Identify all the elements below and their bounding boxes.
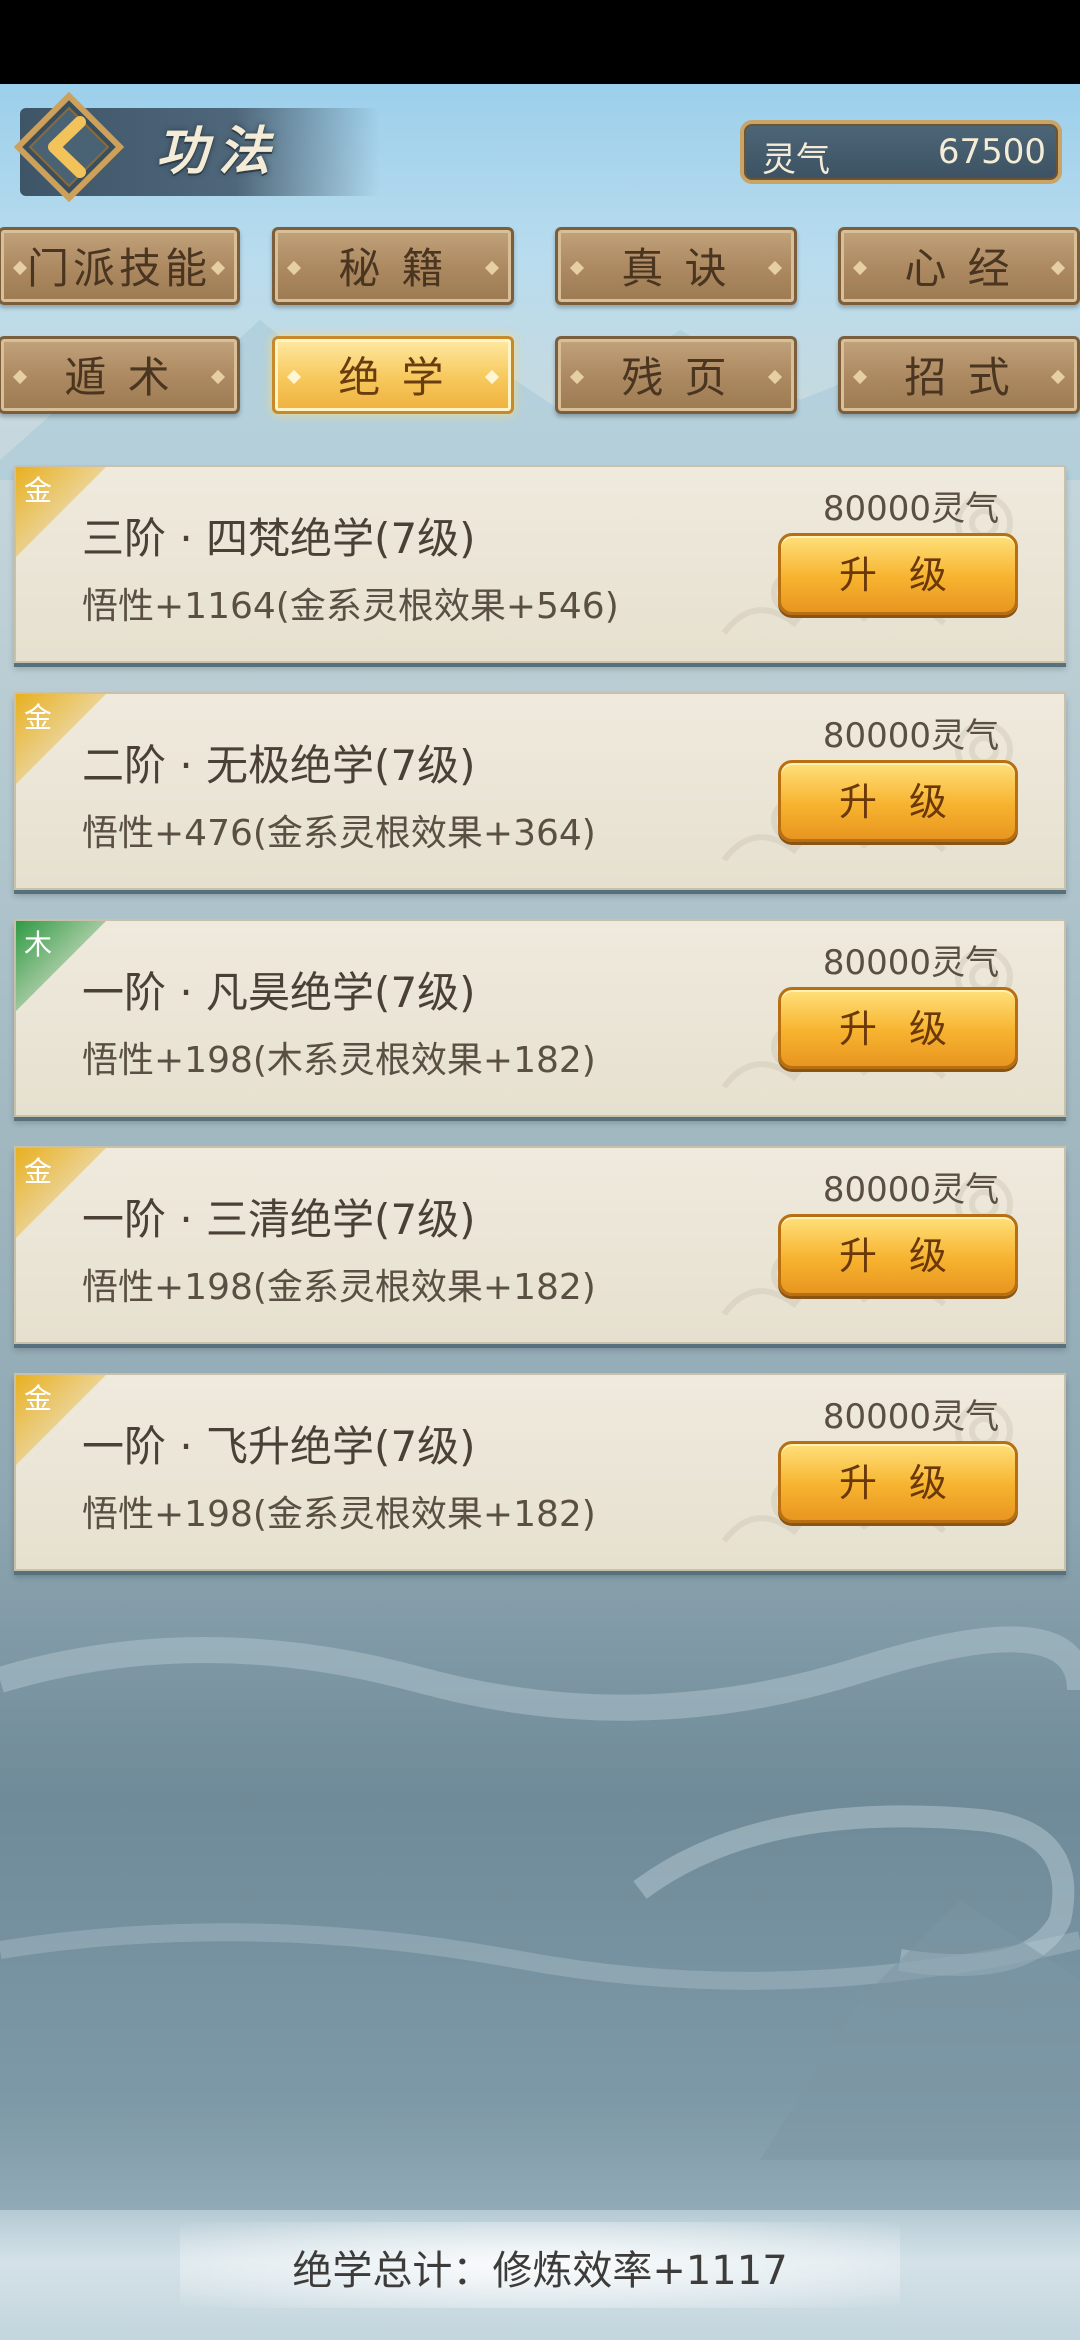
skill-card: 金 三阶 · 四梵绝学(7级) 悟性+1164(金系灵根效果+546) 8000… [14, 465, 1066, 663]
tab-4[interactable]: 遁 术 [0, 336, 240, 414]
diamond-ornament-icon [286, 260, 302, 276]
skill-card: 木 一阶 · 凡昊绝学(7级) 悟性+198(木系灵根效果+182) 80000… [14, 919, 1066, 1117]
diamond-ornament-icon [12, 369, 28, 385]
tab-6[interactable]: 残 页 [555, 336, 797, 414]
diamond-ornament-icon [852, 260, 868, 276]
diamond-ornament-icon [569, 369, 585, 385]
element-label: 金 [24, 701, 53, 734]
upgrade-cost: 80000灵气 [822, 489, 1000, 529]
skill-effect: 悟性+198(木系灵根效果+182) [82, 1040, 596, 1081]
back-button[interactable] [13, 91, 125, 203]
tab-0[interactable]: 门派技能 [0, 227, 240, 305]
element-label: 金 [24, 1382, 53, 1415]
upgrade-cost: 80000灵气 [822, 716, 1000, 756]
tab-5[interactable]: 绝 学 [272, 336, 514, 414]
diamond-ornament-icon [484, 260, 500, 276]
diamond-ornament-icon [852, 369, 868, 385]
diamond-ornament-icon [210, 260, 226, 276]
skill-effect: 悟性+476(金系灵根效果+364) [82, 813, 596, 854]
diamond-ornament-icon [767, 260, 783, 276]
upgrade-button[interactable]: 升 级 [778, 1214, 1018, 1296]
diamond-ornament-icon [1050, 260, 1066, 276]
spirit-label: 灵气 [762, 140, 830, 180]
skill-card: 金 二阶 · 无极绝学(7级) 悟性+476(金系灵根效果+364) 80000… [14, 692, 1066, 890]
chevron-left-icon [13, 91, 125, 203]
element-label: 金 [24, 474, 53, 507]
tab-1[interactable]: 秘 籍 [272, 227, 514, 305]
tab-2[interactable]: 真 诀 [555, 227, 797, 305]
diamond-ornament-icon [767, 369, 783, 385]
tab-label: 心 经 [904, 244, 1014, 293]
upgrade-button[interactable]: 升 级 [778, 987, 1018, 1069]
element-label: 木 [24, 928, 53, 961]
skill-title: 三阶 · 四梵绝学(7级) [82, 514, 476, 563]
upgrade-button[interactable]: 升 级 [778, 533, 1018, 615]
upgrade-button[interactable]: 升 级 [778, 760, 1018, 842]
tab-label: 绝 学 [338, 353, 448, 402]
tab-label: 真 诀 [621, 244, 731, 293]
upgrade-cost: 80000灵气 [822, 1170, 1000, 1210]
skill-title: 一阶 · 三清绝学(7级) [82, 1195, 476, 1244]
spirit-currency-display: 灵气 67500 [740, 120, 1062, 184]
skill-card: 金 一阶 · 三清绝学(7级) 悟性+198(金系灵根效果+182) 80000… [14, 1146, 1066, 1344]
upgrade-button[interactable]: 升 级 [778, 1441, 1018, 1523]
status-bar [0, 0, 1080, 84]
tab-label: 残 页 [621, 353, 731, 402]
skill-effect: 悟性+198(金系灵根效果+182) [82, 1267, 596, 1308]
tab-label: 招 式 [904, 353, 1014, 402]
spirit-value: 67500 [937, 132, 1046, 172]
upgrade-cost: 80000灵气 [822, 943, 1000, 983]
element-label: 金 [24, 1155, 53, 1188]
cloud-swirl-background [0, 1626, 1080, 2160]
skill-title: 二阶 · 无极绝学(7级) [82, 741, 476, 790]
tab-label: 秘 籍 [338, 244, 448, 293]
diamond-ornament-icon [12, 260, 28, 276]
skill-card: 金 一阶 · 飞升绝学(7级) 悟性+198(金系灵根效果+182) 80000… [14, 1373, 1066, 1571]
tab-label: 门派技能 [26, 244, 211, 293]
diamond-ornament-icon [484, 369, 500, 385]
total-summary: 绝学总计：修炼效率+1117 [292, 2248, 788, 2294]
diamond-ornament-icon [210, 369, 226, 385]
skill-effect: 悟性+1164(金系灵根效果+546) [82, 586, 619, 627]
diamond-ornament-icon [569, 260, 585, 276]
skill-title: 一阶 · 凡昊绝学(7级) [82, 968, 476, 1017]
tab-3[interactable]: 心 经 [838, 227, 1080, 305]
upgrade-cost: 80000灵气 [822, 1397, 1000, 1437]
skill-title: 一阶 · 飞升绝学(7级) [82, 1422, 476, 1471]
diamond-ornament-icon [1050, 369, 1066, 385]
page-title: 功法 [156, 122, 281, 182]
tab-7[interactable]: 招 式 [838, 336, 1080, 414]
tab-label: 遁 术 [64, 353, 174, 402]
skill-effect: 悟性+198(金系灵根效果+182) [82, 1494, 596, 1535]
diamond-ornament-icon [286, 369, 302, 385]
